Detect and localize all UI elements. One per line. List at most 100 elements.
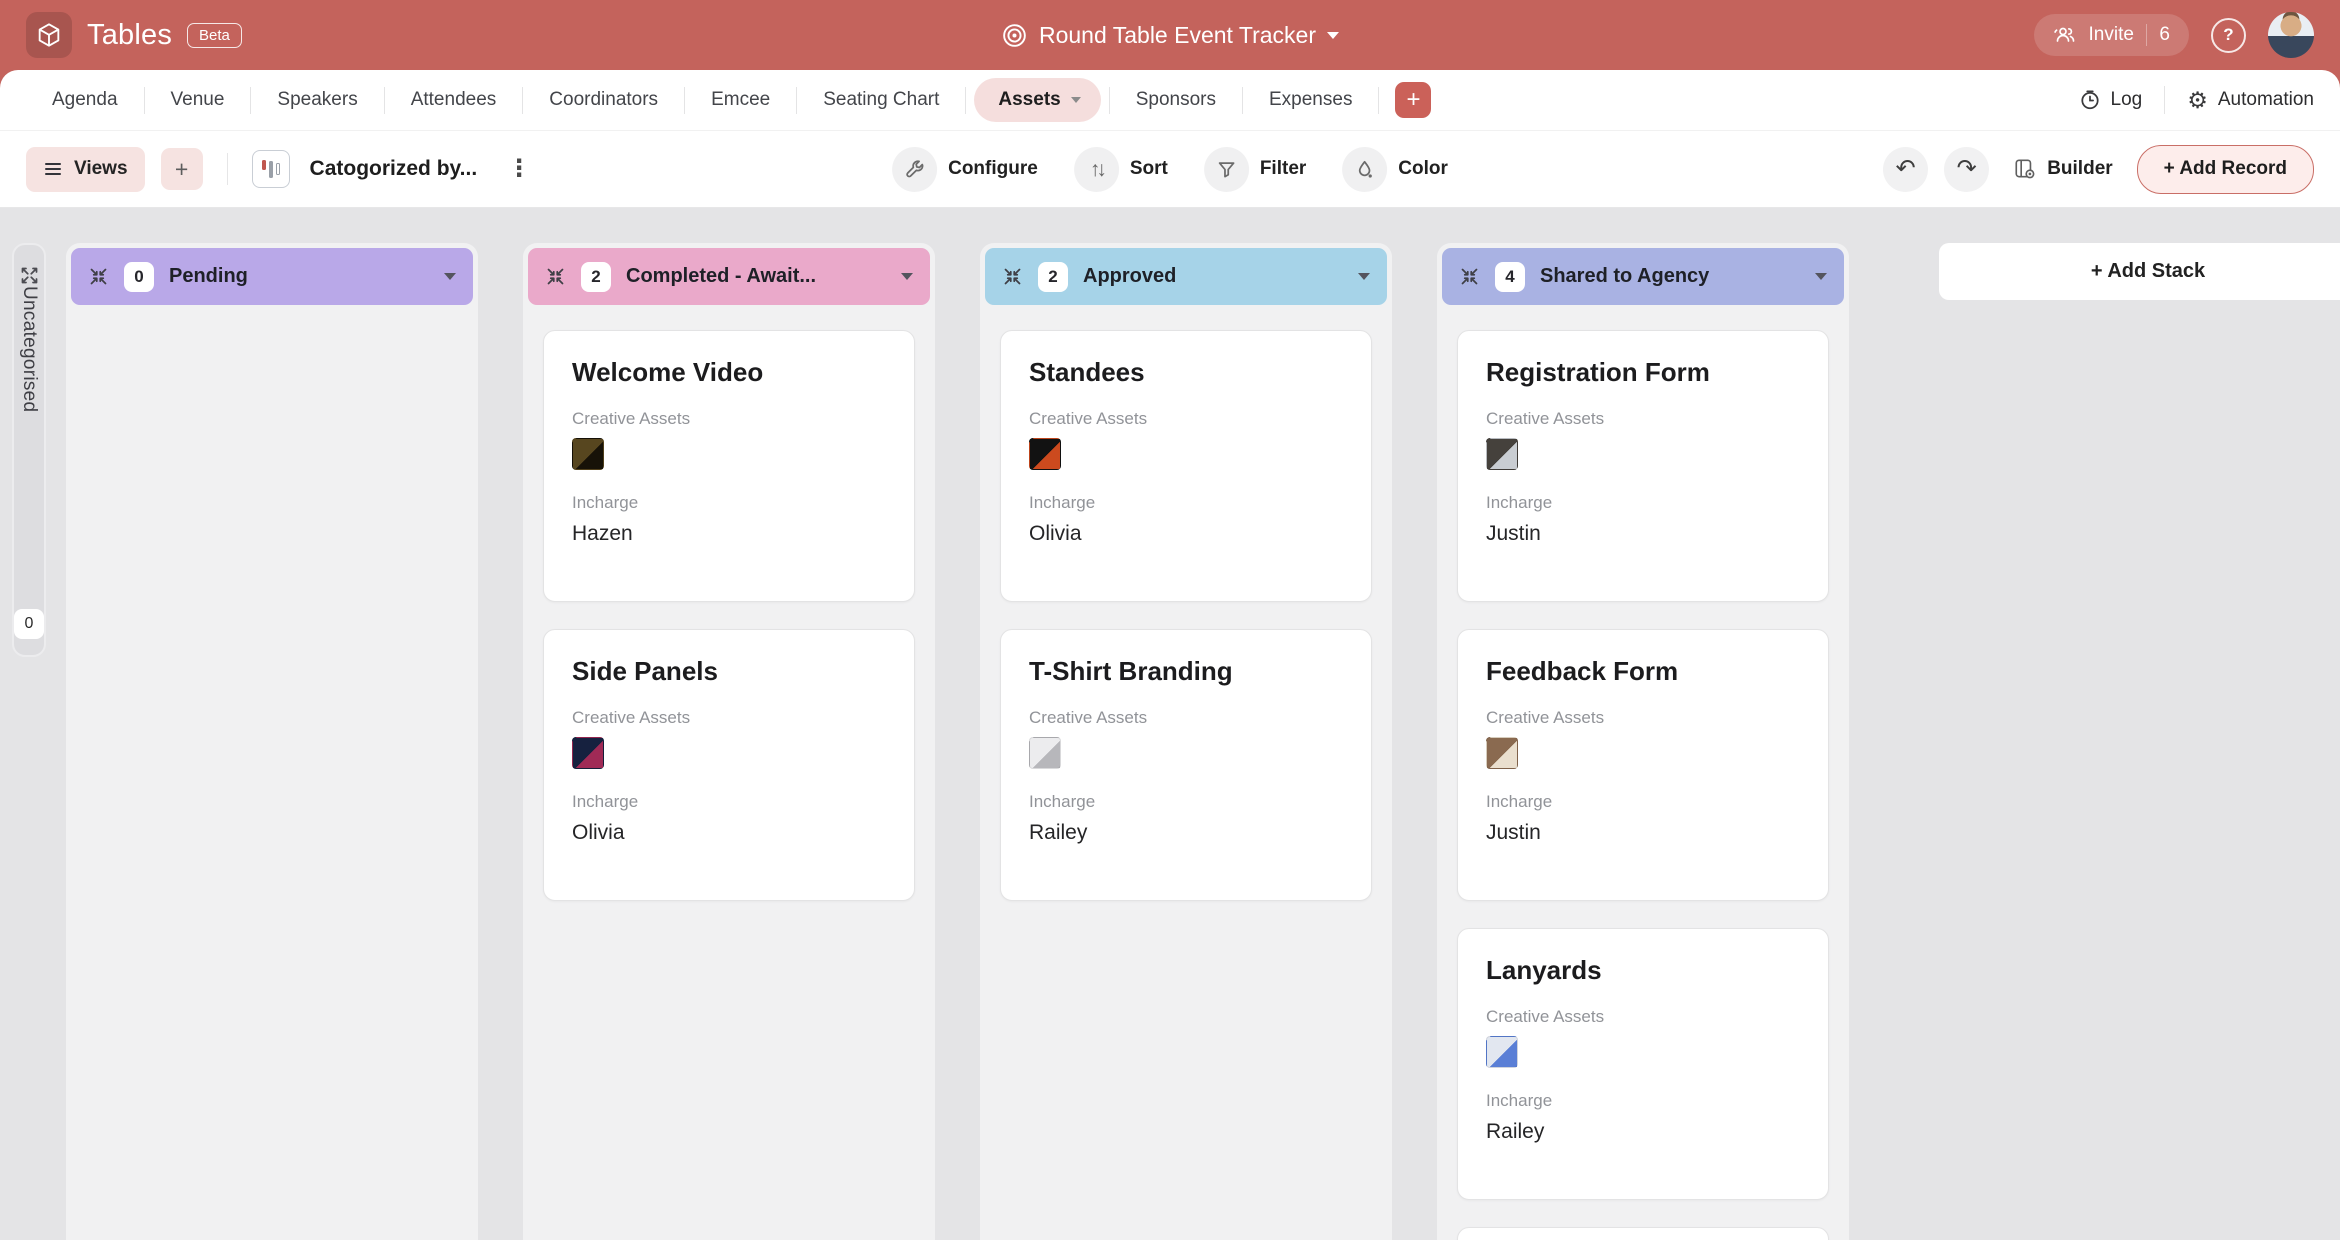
clock-icon <box>2079 89 2101 111</box>
user-avatar[interactable] <box>2268 12 2314 58</box>
field-label-incharge: Incharge <box>572 493 886 513</box>
record-card-lanyards[interactable]: LanyardsCreative AssetsInchargeRailey <box>1457 928 1829 1200</box>
incharge-value: Railey <box>1029 821 1343 845</box>
views-button[interactable]: Views <box>26 147 145 192</box>
overflow-menu-icon[interactable]: ⋮ <box>507 157 531 181</box>
attachment-thumbnail[interactable] <box>572 438 604 470</box>
people-icon <box>2053 23 2077 47</box>
hamburger-icon <box>43 160 63 178</box>
stack-count-badge: 0 <box>14 609 44 639</box>
record-card-t-shirt-branding[interactable]: T-Shirt BrandingCreative AssetsInchargeR… <box>1000 629 1372 901</box>
stack-header[interactable]: 2Completed - Await... <box>528 248 930 305</box>
attachment-thumbnail[interactable] <box>1029 438 1061 470</box>
stack-count-badge: 2 <box>1038 262 1068 292</box>
workspace-title: Round Table Event Tracker <box>1039 22 1316 49</box>
automation-gear-icon: ⚙ <box>2187 89 2208 112</box>
help-button[interactable]: ? <box>2211 18 2246 53</box>
filter-button[interactable]: Filter <box>1204 147 1306 192</box>
color-button[interactable]: Color <box>1342 147 1448 192</box>
tab-expenses[interactable]: Expenses <box>1243 70 1378 130</box>
uncategorised-stack-collapsed[interactable]: Uncategorised 0 <box>12 243 46 657</box>
add-view-button[interactable]: + <box>161 148 203 190</box>
collapse-stack-icon[interactable] <box>88 266 109 287</box>
kanban-view-icon[interactable] <box>252 150 290 188</box>
redo-button[interactable]: ↷ <box>1944 147 1989 192</box>
expand-stack-icon[interactable] <box>19 265 40 286</box>
views-label: Views <box>74 158 128 180</box>
add-table-button[interactable]: + <box>1395 82 1431 118</box>
stack-count-badge: 0 <box>124 262 154 292</box>
field-label-creative-assets: Creative Assets <box>1486 409 1800 429</box>
tab-coordinators[interactable]: Coordinators <box>523 70 684 130</box>
record-card-welcome-video[interactable]: Welcome VideoCreative AssetsInchargeHaze… <box>543 330 915 602</box>
attachment-thumbnail[interactable] <box>1029 737 1061 769</box>
record-card-registration-form[interactable]: Registration FormCreative AssetsIncharge… <box>1457 330 1829 602</box>
log-label: Log <box>2111 89 2143 111</box>
chevron-down-icon[interactable] <box>1358 273 1370 280</box>
top-header: Tables Beta Round Table Event Tracker In… <box>0 0 2340 70</box>
stack-name: Completed - Await... <box>626 265 886 288</box>
workspace-switcher[interactable]: Round Table Event Tracker <box>1001 0 1339 70</box>
stack-header[interactable]: 4Shared to Agency <box>1442 248 1844 305</box>
collapse-stack-icon[interactable] <box>1002 266 1023 287</box>
color-label: Color <box>1398 158 1448 180</box>
incharge-value: Justin <box>1486 522 1800 546</box>
log-button[interactable]: Log <box>2079 89 2143 111</box>
add-stack-button[interactable]: + Add Stack <box>1939 243 2340 300</box>
view-toolbar: Views + Catogorized by... ⋮ Configure <box>0 130 2340 208</box>
tab-emcee[interactable]: Emcee <box>685 70 796 130</box>
sort-button[interactable]: ↑↓ Sort <box>1074 147 1168 192</box>
field-label-incharge: Incharge <box>1486 493 1800 513</box>
kanban-bar <box>276 163 280 175</box>
record-card-side-panels[interactable]: Side PanelsCreative AssetsInchargeOlivia <box>543 629 915 901</box>
configure-button[interactable]: Configure <box>892 147 1038 192</box>
funnel-icon <box>1204 147 1249 192</box>
field-label-creative-assets: Creative Assets <box>572 409 886 429</box>
stack-header[interactable]: 0 Pending <box>71 248 473 305</box>
incharge-value: Olivia <box>1029 522 1343 546</box>
field-label-incharge: Incharge <box>1029 792 1343 812</box>
add-record-button[interactable]: + Add Record <box>2137 145 2314 194</box>
app-screen: Tables Beta Round Table Event Tracker In… <box>0 0 2340 1240</box>
tab-agenda[interactable]: Agenda <box>26 70 144 130</box>
tab-seating-chart[interactable]: Seating Chart <box>797 70 965 130</box>
chevron-down-icon[interactable] <box>1815 273 1827 280</box>
stack-name: Pending <box>169 265 429 288</box>
chevron-down-icon[interactable] <box>444 273 456 280</box>
divider <box>2164 86 2165 114</box>
incharge-value: Justin <box>1486 821 1800 845</box>
collapse-stack-icon[interactable] <box>545 266 566 287</box>
builder-label: Builder <box>2047 158 2112 180</box>
record-card-standees[interactable]: StandeesCreative AssetsInchargeOlivia <box>1000 330 1372 602</box>
tab-venue[interactable]: Venue <box>145 70 251 130</box>
builder-button[interactable]: Builder <box>2013 157 2112 181</box>
stack-name: Approved <box>1083 265 1343 288</box>
automation-button[interactable]: ⚙ Automation <box>2187 89 2314 112</box>
tables-logo-icon[interactable] <box>26 12 72 58</box>
tab-assets[interactable]: Assets <box>974 78 1100 122</box>
builder-icon <box>2013 157 2037 181</box>
toolbar-center: Configure ↑↓ Sort Filter <box>892 147 1448 192</box>
tab-speakers[interactable]: Speakers <box>251 70 383 130</box>
record-card-partial[interactable] <box>1457 1227 1829 1240</box>
invite-button[interactable]: Invite 6 <box>2034 14 2190 56</box>
stacks-row: 0Pending2Completed - Await...Welcome Vid… <box>66 243 2340 1240</box>
categorized-by-label[interactable]: Catogorized by... <box>310 157 478 181</box>
stack-header[interactable]: 2 Approved <box>985 248 1387 305</box>
attachment-thumbnail[interactable] <box>572 737 604 769</box>
collapse-stack-icon[interactable] <box>1459 266 1480 287</box>
stack-name: Shared to Agency <box>1540 265 1800 288</box>
chevron-down-icon[interactable] <box>901 273 913 280</box>
wrench-icon <box>892 147 937 192</box>
undo-button[interactable]: ↶ <box>1883 147 1928 192</box>
tab-attendees[interactable]: Attendees <box>385 70 523 130</box>
record-card-feedback-form[interactable]: Feedback FormCreative AssetsInchargeJust… <box>1457 629 1829 901</box>
configure-label: Configure <box>948 158 1038 180</box>
tab-sponsors[interactable]: Sponsors <box>1110 70 1242 130</box>
automation-label: Automation <box>2218 89 2314 111</box>
attachment-thumbnail[interactable] <box>1486 1036 1518 1068</box>
attachment-thumbnail[interactable] <box>1486 737 1518 769</box>
record-title: Welcome Video <box>572 357 886 388</box>
kanban-board: Uncategorised 0 0Pending2Completed - Awa… <box>0 208 2340 1240</box>
attachment-thumbnail[interactable] <box>1486 438 1518 470</box>
